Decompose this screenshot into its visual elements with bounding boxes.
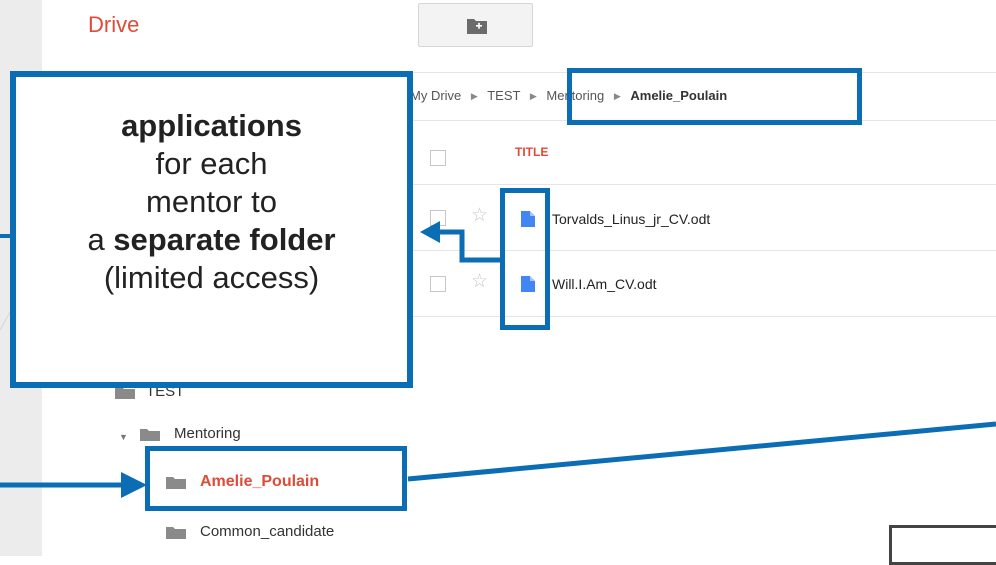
divider [412,184,996,185]
arrow-line-files-to-callout [438,229,500,263]
file-name[interactable]: Torvalds_Linus_jr_CV.odt [552,211,710,227]
file-row-checkbox[interactable] [430,276,446,292]
arrow-head-right [121,472,147,498]
tree-item-common-candidate[interactable]: Common_candidate [200,523,334,540]
folder-highlight-frame [145,446,407,511]
breadcrumb-highlight-frame [567,68,862,125]
folder-icon [166,527,186,539]
callout-line-2: for each [155,146,268,181]
callout-line-3: mentor to [146,184,277,219]
callout-line-4-prefix: a [87,222,114,257]
star-icon[interactable]: ☆ [471,272,488,291]
callout-line-5: (limited access) [103,260,320,295]
select-all-checkbox[interactable] [430,150,446,166]
breadcrumb-separator: ▶ [470,91,478,101]
new-folder-icon [467,19,487,34]
new-folder-button[interactable] [418,3,533,47]
expand-arrow-icon[interactable]: ▼ [119,432,128,442]
corner-box [889,525,996,565]
callout-line-1: applications [121,108,302,143]
file-name[interactable]: Will.I.Am_CV.odt [552,276,657,292]
drive-logo[interactable]: Drive [88,12,139,38]
annotation-callout: applications for each mentor to a separa… [10,71,413,388]
breadcrumb-item-my-drive[interactable]: My Drive [410,88,461,103]
connector-line [407,421,996,482]
folder-icon [140,429,160,441]
star-icon[interactable]: ☆ [471,206,488,225]
file-row-checkbox[interactable] [430,210,446,226]
file-icons-highlight-frame [500,188,550,330]
breadcrumb-separator: ▶ [529,91,537,101]
callout-line-4-bold: separate folder [113,222,336,257]
breadcrumb-item-test[interactable]: TEST [487,88,520,103]
column-header-title[interactable]: TITLE [515,145,548,159]
tree-item-mentoring[interactable]: Mentoring [174,425,241,442]
